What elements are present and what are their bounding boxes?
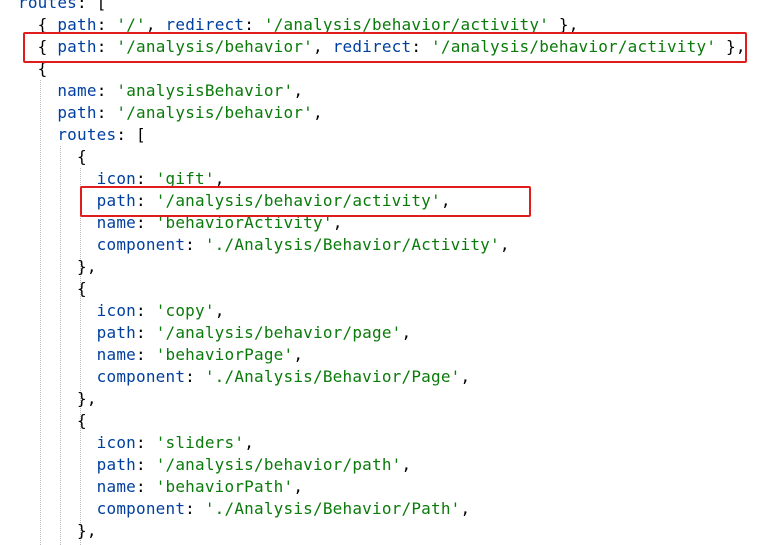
code-punctuation <box>18 235 97 254</box>
code-punctuation: : <box>185 235 205 254</box>
code-punctuation: , <box>401 455 412 474</box>
code-line: icon: 'copy', <box>18 300 225 322</box>
code-line: component: './Analysis/Behavior/Activity… <box>18 234 510 256</box>
code-punctuation: : <box>136 433 156 452</box>
code-punctuation: : <box>136 345 156 364</box>
code-key: name <box>57 81 97 100</box>
code-key: component <box>96 499 186 518</box>
code-string: 'sliders' <box>155 433 245 452</box>
code-string: '/analysis/behavior' <box>116 103 314 122</box>
code-punctuation: { <box>18 411 87 430</box>
code-key: icon <box>96 301 137 320</box>
code-string: 'copy' <box>155 301 215 320</box>
code-line: routes: [ <box>18 0 107 14</box>
code-punctuation: }, <box>18 257 97 276</box>
code-punctuation: , <box>460 499 471 518</box>
code-string: './Analysis/Behavior/Activity' <box>204 235 500 254</box>
code-key: routes <box>57 125 117 144</box>
code-key: component <box>96 235 186 254</box>
code-punctuation <box>18 367 97 386</box>
code-punctuation <box>18 81 57 100</box>
code-line: component: './Analysis/Behavior/Path', <box>18 498 470 520</box>
highlight-box-redirect-line <box>23 32 747 63</box>
highlight-box-activity-path <box>80 186 531 217</box>
code-line: name: 'analysisBehavior', <box>18 80 303 102</box>
code-punctuation: : <box>185 367 205 386</box>
code-line: { <box>18 278 87 300</box>
code-key: component <box>96 367 186 386</box>
code-punctuation: , <box>244 433 255 452</box>
code-punctuation: }, <box>18 521 97 540</box>
code-key: routes <box>18 0 77 12</box>
code-line: }, <box>18 520 97 542</box>
code-string: './Analysis/Behavior/Path' <box>204 499 461 518</box>
code-punctuation: { <box>18 279 87 298</box>
code-string: '/analysis/behavior/page' <box>155 323 402 342</box>
code-line: component: './Analysis/Behavior/Page', <box>18 366 470 388</box>
code-punctuation <box>18 301 97 320</box>
code-line: { <box>18 410 87 432</box>
code-line: routes: [ <box>18 124 146 146</box>
code-line: path: '/analysis/behavior', <box>18 102 323 124</box>
code-punctuation: : <box>96 81 117 100</box>
code-line: name: 'behaviorPage', <box>18 344 303 366</box>
code-punctuation: : <box>96 103 117 122</box>
code-line: path: '/analysis/behavior/page', <box>18 322 411 344</box>
code-string: './Analysis/Behavior/Page' <box>204 367 461 386</box>
code-punctuation: , <box>293 81 304 100</box>
code-punctuation <box>18 323 97 342</box>
code-punctuation: : [ <box>116 125 146 144</box>
code-key: path <box>57 103 97 122</box>
code-punctuation <box>18 477 97 496</box>
code-punctuation: { <box>18 147 87 166</box>
code-line: { <box>18 146 87 168</box>
code-line: }, <box>18 388 97 410</box>
code-punctuation: : <box>185 499 205 518</box>
code-punctuation: : <box>136 455 156 474</box>
code-punctuation <box>18 103 57 122</box>
code-key: name <box>96 477 137 496</box>
code-line: path: '/analysis/behavior/path', <box>18 454 411 476</box>
code-punctuation: , <box>214 301 225 320</box>
code-editor[interactable]: routes: [ { path: '/', redirect: '/analy… <box>0 0 781 545</box>
code-punctuation: : <box>136 301 156 320</box>
code-punctuation <box>18 433 97 452</box>
code-key: path <box>96 455 137 474</box>
code-string: 'behaviorPage' <box>155 345 294 364</box>
code-punctuation <box>18 499 97 518</box>
code-string: '/analysis/behavior/path' <box>155 455 402 474</box>
code-punctuation: : <box>136 323 156 342</box>
code-punctuation: , <box>293 345 304 364</box>
code-key: name <box>96 345 137 364</box>
code-punctuation: : [ <box>77 0 107 12</box>
code-string: 'behaviorPath' <box>155 477 294 496</box>
code-line: }, <box>18 256 97 278</box>
code-punctuation: , <box>401 323 412 342</box>
code-punctuation <box>18 455 97 474</box>
code-line: icon: 'sliders', <box>18 432 254 454</box>
code-punctuation <box>18 125 57 144</box>
code-key: path <box>96 323 137 342</box>
code-punctuation: , <box>460 367 471 386</box>
code-punctuation: , <box>293 477 304 496</box>
code-punctuation: }, <box>18 389 97 408</box>
code-punctuation <box>18 345 97 364</box>
code-key: icon <box>96 433 137 452</box>
code-punctuation: , <box>313 103 323 122</box>
code-string: 'analysisBehavior' <box>116 81 294 100</box>
code-punctuation: : <box>136 477 156 496</box>
code-punctuation: , <box>499 235 510 254</box>
code-line: name: 'behaviorPath', <box>18 476 303 498</box>
